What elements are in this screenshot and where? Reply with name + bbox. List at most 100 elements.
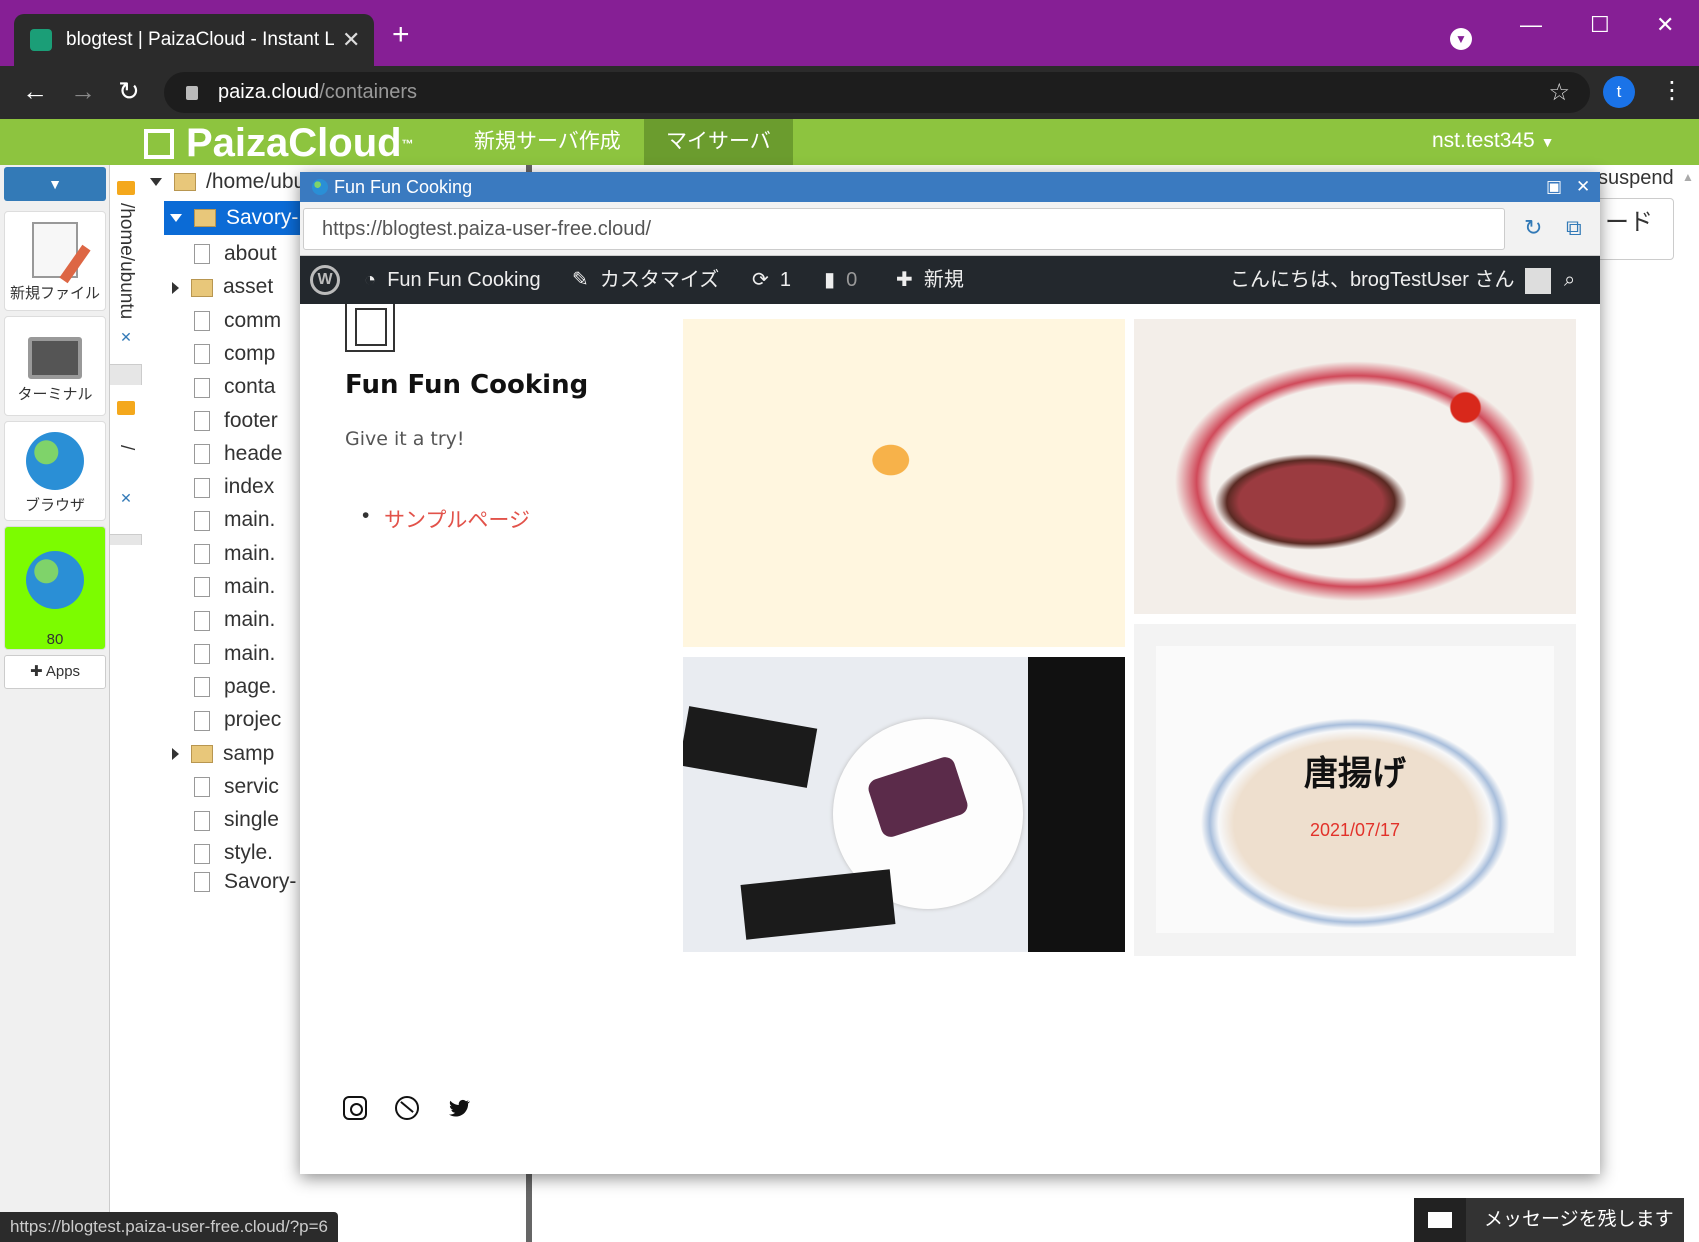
tab-home-ubuntu[interactable]: /home/ubuntu ✕: [110, 165, 142, 365]
nav-new-server[interactable]: 新規サーバ作成: [452, 119, 643, 165]
minimize-icon[interactable]: —: [1520, 12, 1542, 38]
open-external-icon[interactable]: ⧉: [1566, 215, 1582, 241]
tree-item[interactable]: main.: [194, 637, 275, 671]
port-80-browser-button[interactable]: 80: [4, 526, 106, 650]
post-title[interactable]: 唐揚げ: [1134, 746, 1576, 795]
tree-item[interactable]: projec: [194, 703, 281, 737]
tree-item[interactable]: main.: [194, 603, 275, 637]
blog-page: Fun Fun Cooking Give it a try! サンプルページ 唐…: [300, 304, 1600, 1174]
wp-new-link[interactable]: ✚ 新規: [896, 256, 964, 304]
tree-item[interactable]: index: [194, 470, 274, 504]
reload-icon[interactable]: ↻: [118, 76, 140, 107]
search-icon[interactable]: ⌕: [1564, 256, 1575, 304]
window-close-icon[interactable]: ✕: [1656, 12, 1674, 38]
post-image-galette[interactable]: [683, 319, 1125, 647]
tree-item[interactable]: asset: [172, 270, 273, 304]
post-image-steak[interactable]: [1134, 319, 1576, 614]
maximize-icon[interactable]: ☐: [1590, 12, 1610, 38]
tab-close-icon[interactable]: ✕: [342, 27, 360, 53]
tree-item[interactable]: main.: [194, 570, 275, 604]
tree-item[interactable]: page.: [194, 670, 277, 704]
new-tab-button[interactable]: +: [392, 20, 410, 50]
app-dock: ▼ 新規ファイル ターミナル ブラウザ 80 ✚ Apps: [0, 165, 110, 1242]
paiza-logo[interactable]: PaizaCloud ™: [144, 121, 414, 166]
wp-comments-link[interactable]: ▮ 0: [824, 256, 857, 304]
leave-message-label: メッセージを残します: [1484, 1209, 1674, 1230]
browser-window-titlebar[interactable]: Fun Fun Cooking ▣ ✕: [300, 172, 1600, 202]
browser-url-input[interactable]: [303, 208, 1505, 250]
caret-down-icon: ▼: [1540, 134, 1555, 150]
expand-icon[interactable]: [172, 747, 179, 760]
back-arrow-icon[interactable]: ←: [22, 76, 48, 107]
post-image-dessert[interactable]: [683, 657, 1125, 952]
tab-close-icon[interactable]: ✕: [110, 490, 142, 507]
tree-item-label: samp: [223, 741, 275, 765]
terminal-label: ターミナル: [17, 386, 93, 403]
tree-item[interactable]: comm: [194, 304, 281, 338]
expand-icon[interactable]: [172, 281, 179, 294]
tree-item[interactable]: footer: [194, 404, 278, 438]
tree-item[interactable]: conta: [194, 370, 275, 404]
file-icon: [194, 311, 210, 332]
instagram-icon[interactable]: [343, 1096, 367, 1120]
tab-root[interactable]: / ✕: [110, 385, 142, 535]
terminal-button[interactable]: ターミナル: [4, 316, 106, 416]
wp-site-link[interactable]: ◔ Fun Fun Cooking: [364, 256, 541, 304]
browser-tab-strip: blogtest | PaizaCloud - Instant Li ✕ + ▼…: [0, 0, 1699, 66]
dribbble-icon[interactable]: [395, 1096, 419, 1120]
tree-item[interactable]: samp: [172, 737, 274, 771]
close-icon[interactable]: ✕: [1576, 172, 1590, 202]
tree-root[interactable]: /home/ubu: [150, 165, 305, 199]
twitter-icon[interactable]: [447, 1096, 471, 1120]
new-file-icon: [32, 222, 78, 278]
tab-close-icon[interactable]: ✕: [110, 329, 142, 346]
wp-customize-link[interactable]: ✎ カスタマイズ: [572, 256, 719, 304]
profile-avatar[interactable]: t: [1603, 76, 1635, 108]
new-file-button[interactable]: 新規ファイル: [4, 211, 106, 311]
tree-item[interactable]: heade: [194, 437, 282, 471]
wp-account-menu[interactable]: こんにちは、brogTestUser さん: [1230, 256, 1551, 304]
tree-item[interactable]: main.: [194, 503, 275, 537]
browser-toolbar: ← → ↻ paiza.cloud/containers ☆ t ⋮: [0, 66, 1699, 119]
forward-arrow-icon[interactable]: →: [70, 76, 96, 107]
updates-icon: ⟳: [752, 269, 769, 291]
menu-link-sample-page[interactable]: サンプルページ: [362, 504, 530, 534]
tree-item[interactable]: comp: [194, 337, 275, 371]
brush-icon: ✎: [572, 269, 589, 291]
dashboard-icon: ◔: [364, 269, 377, 291]
tree-bottom-folder[interactable]: Savory-: [194, 865, 296, 899]
bookmark-star-icon[interactable]: ☆: [1548, 78, 1570, 107]
tree-item[interactable]: single: [194, 803, 279, 837]
site-logo-icon[interactable]: [345, 304, 395, 352]
server-menu-button[interactable]: ▼: [4, 167, 106, 201]
post-image-karaage[interactable]: 唐揚げ 2021/07/17: [1134, 624, 1576, 956]
tree-item[interactable]: main.: [194, 537, 275, 571]
scroll-up-icon[interactable]: ▲: [1682, 170, 1694, 184]
browser-tab[interactable]: blogtest | PaizaCloud - Instant Li ✕: [14, 14, 374, 66]
download-button[interactable]: ード: [1590, 198, 1674, 260]
site-title[interactable]: Fun Fun Cooking: [345, 370, 588, 400]
collapse-icon[interactable]: [150, 178, 162, 187]
file-icon: [194, 344, 210, 365]
add-apps-button[interactable]: ✚ Apps: [4, 655, 106, 689]
browser-menu-icon[interactable]: ⋮: [1660, 76, 1684, 105]
browser-button[interactable]: ブラウザ: [4, 421, 106, 521]
user-menu[interactable]: nst.test345 ▼: [1432, 129, 1554, 153]
collapse-icon[interactable]: [170, 214, 182, 223]
wordpress-logo-icon[interactable]: W: [310, 265, 340, 295]
tree-item[interactable]: servic: [194, 770, 279, 804]
file-icon: [194, 477, 210, 498]
leave-message-button[interactable]: メッセージを残します: [1414, 1198, 1684, 1242]
tab-title: blogtest | PaizaCloud - Instant Li: [66, 29, 334, 50]
maximize-icon[interactable]: ▣: [1546, 172, 1562, 202]
file-icon: [194, 410, 210, 431]
file-icon: [194, 644, 210, 665]
suspend-label[interactable]: suspend: [1598, 167, 1674, 190]
tree-item[interactable]: about: [194, 237, 277, 271]
reload-icon[interactable]: ↻: [1524, 215, 1542, 241]
wp-updates-link[interactable]: ⟳ 1: [752, 256, 791, 304]
tree-item-label: main.: [224, 541, 276, 565]
address-bar[interactable]: paiza.cloud/containers ☆: [164, 72, 1590, 113]
nav-my-server[interactable]: マイサーバ: [644, 119, 793, 165]
profile-dropdown-icon[interactable]: ▼: [1450, 28, 1472, 50]
